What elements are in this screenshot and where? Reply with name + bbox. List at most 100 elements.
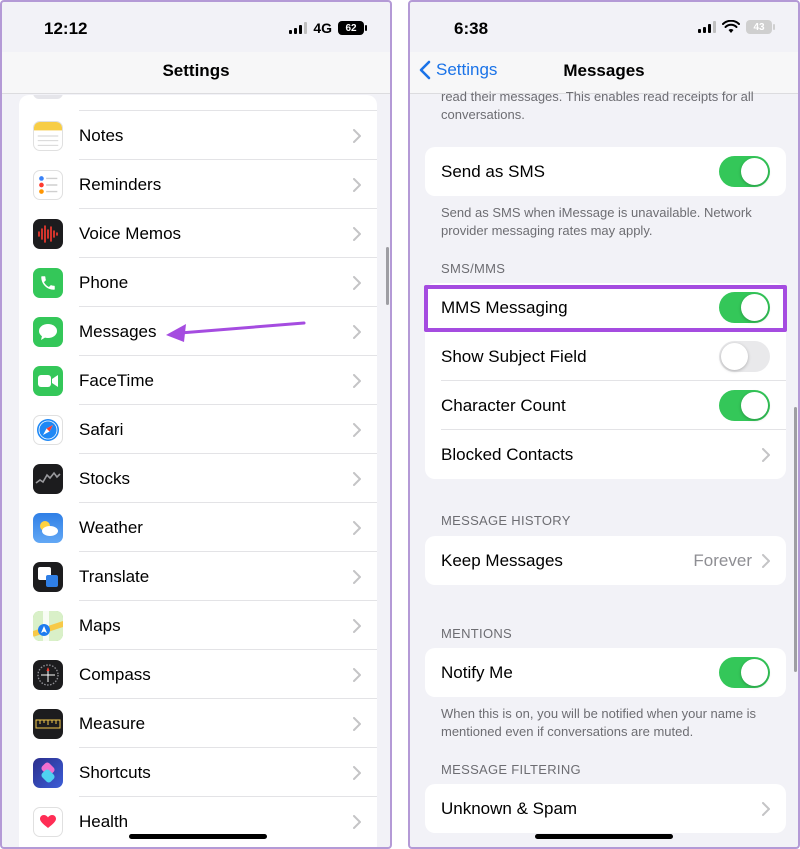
settings-item-label: Translate bbox=[79, 566, 150, 586]
settings-item-label: Reminders bbox=[79, 174, 162, 194]
cellular-signal-icon bbox=[698, 21, 716, 33]
mms-messaging-label: MMS Messaging bbox=[441, 297, 568, 317]
send-as-sms-row: Send as SMS bbox=[425, 147, 786, 196]
facetime-icon bbox=[33, 365, 63, 396]
settings-app-list: Notes Reminders Voice Memos Phone Messag… bbox=[19, 95, 377, 847]
measure-icon bbox=[33, 708, 63, 739]
keep-messages-row[interactable]: Keep Messages Forever bbox=[425, 536, 786, 585]
settings-item-measure[interactable]: Measure bbox=[19, 699, 377, 748]
read-receipts-footnote: read their messages. This enables read r… bbox=[441, 89, 754, 122]
chevron-right-icon bbox=[353, 520, 361, 535]
voice-memos-icon bbox=[33, 218, 63, 249]
settings-item-label: Messages bbox=[79, 321, 157, 341]
message-history-section-header: MESSAGE HISTORY bbox=[441, 513, 571, 528]
settings-item-notes[interactable]: Notes bbox=[19, 111, 377, 160]
show-subject-field-row: Show Subject Field bbox=[425, 332, 786, 381]
settings-screen: 12:12 4G 62 Settings Notes Reminders Voi… bbox=[0, 0, 392, 849]
health-icon bbox=[33, 806, 63, 837]
notify-me-row: Notify Me bbox=[425, 648, 786, 697]
chevron-right-icon bbox=[353, 422, 361, 437]
sms-mms-section: MMS Messaging Show Subject Field Charact… bbox=[425, 283, 786, 479]
settings-item-label: Safari bbox=[79, 419, 124, 439]
settings-item-label: Shortcuts bbox=[79, 762, 151, 782]
blocked-contacts-row[interactable]: Blocked Contacts bbox=[425, 430, 786, 479]
page-title: Settings bbox=[162, 61, 230, 80]
messages-settings-screen: 6:38 43 Settings Messages read their mes… bbox=[408, 0, 800, 849]
message-filtering-section-header: MESSAGE FILTERING bbox=[441, 762, 581, 777]
stocks-icon bbox=[33, 463, 63, 494]
weather-icon bbox=[33, 512, 63, 543]
phone-icon bbox=[33, 267, 63, 298]
character-count-toggle[interactable] bbox=[719, 390, 770, 421]
mentions-section-header: MENTIONS bbox=[441, 626, 513, 641]
chevron-right-icon bbox=[353, 765, 361, 780]
send-as-sms-section: Send as SMS bbox=[425, 147, 786, 196]
battery-level: 62 bbox=[338, 21, 367, 35]
compass-icon bbox=[33, 659, 63, 690]
settings-item-label: Health bbox=[79, 811, 129, 831]
chevron-right-icon bbox=[353, 275, 361, 290]
keep-messages-value: Forever bbox=[693, 550, 752, 570]
chevron-right-icon bbox=[762, 801, 770, 816]
settings-item-label: Notes bbox=[79, 125, 124, 145]
scrollbar[interactable] bbox=[794, 407, 797, 672]
page-title: Messages bbox=[563, 61, 645, 80]
chevron-right-icon bbox=[762, 553, 770, 568]
settings-item-safari[interactable]: Safari bbox=[19, 405, 377, 454]
send-as-sms-footnote: Send as SMS when iMessage is unavailable… bbox=[441, 205, 752, 238]
home-indicator[interactable] bbox=[129, 834, 267, 839]
navigation-bar: Settings bbox=[2, 52, 390, 94]
scrollbar[interactable] bbox=[386, 247, 389, 305]
settings-item-translate[interactable]: Translate bbox=[19, 552, 377, 601]
sms-mms-section-header: SMS/MMS bbox=[441, 261, 506, 276]
settings-item-label: Measure bbox=[79, 713, 146, 733]
unknown-spam-row[interactable]: Unknown & Spam bbox=[425, 784, 786, 833]
settings-item-facetime[interactable]: FaceTime bbox=[19, 356, 377, 405]
safari-icon bbox=[33, 414, 63, 445]
settings-item-phone[interactable]: Phone bbox=[19, 258, 377, 307]
show-subject-field-label: Show Subject Field bbox=[441, 346, 587, 366]
chevron-right-icon bbox=[762, 447, 770, 462]
settings-item-maps[interactable]: Maps bbox=[19, 601, 377, 650]
settings-item-label: FaceTime bbox=[79, 370, 154, 390]
chevron-right-icon bbox=[353, 569, 361, 584]
notify-me-toggle[interactable] bbox=[719, 657, 770, 688]
translate-icon bbox=[33, 561, 63, 592]
notify-me-footnote: When this is on, you will be notified wh… bbox=[441, 706, 757, 739]
chevron-right-icon bbox=[353, 814, 361, 829]
mms-messaging-row: MMS Messaging bbox=[425, 283, 786, 332]
settings-item-label: Weather bbox=[79, 517, 143, 537]
character-count-label: Character Count bbox=[441, 395, 566, 415]
chevron-right-icon bbox=[353, 177, 361, 192]
status-bar: 12:12 4G 62 bbox=[2, 2, 390, 52]
reminders-icon bbox=[33, 169, 63, 200]
mentions-section: Notify Me bbox=[425, 648, 786, 697]
chevron-right-icon bbox=[353, 324, 361, 339]
settings-item-compass[interactable]: Compass bbox=[19, 650, 377, 699]
chevron-right-icon bbox=[353, 471, 361, 486]
settings-item-label: Maps bbox=[79, 615, 121, 635]
chevron-right-icon bbox=[353, 618, 361, 633]
show-subject-field-toggle[interactable] bbox=[719, 341, 770, 372]
home-indicator[interactable] bbox=[535, 834, 673, 839]
chevron-right-icon bbox=[353, 667, 361, 682]
settings-item-reminders[interactable]: Reminders bbox=[19, 160, 377, 209]
settings-item-voice-memos[interactable]: Voice Memos bbox=[19, 209, 377, 258]
status-time: 12:12 bbox=[44, 19, 88, 38]
message-filtering-section: Unknown & Spam bbox=[425, 784, 786, 833]
message-history-section: Keep Messages Forever bbox=[425, 536, 786, 585]
chevron-right-icon bbox=[353, 716, 361, 731]
annotation-arrow-icon bbox=[166, 321, 306, 342]
maps-icon bbox=[33, 610, 63, 641]
messages-icon bbox=[33, 316, 63, 347]
settings-item-weather[interactable]: Weather bbox=[19, 503, 377, 552]
send-as-sms-toggle[interactable] bbox=[719, 156, 770, 187]
settings-item-label: Voice Memos bbox=[79, 223, 182, 243]
notes-icon bbox=[33, 120, 63, 151]
send-as-sms-label: Send as SMS bbox=[441, 161, 545, 181]
blocked-contacts-label: Blocked Contacts bbox=[441, 444, 574, 464]
mms-messaging-toggle[interactable] bbox=[719, 292, 770, 323]
settings-item-stocks[interactable]: Stocks bbox=[19, 454, 377, 503]
settings-item-shortcuts[interactable]: Shortcuts bbox=[19, 748, 377, 797]
status-bar: 6:38 43 bbox=[410, 2, 798, 52]
